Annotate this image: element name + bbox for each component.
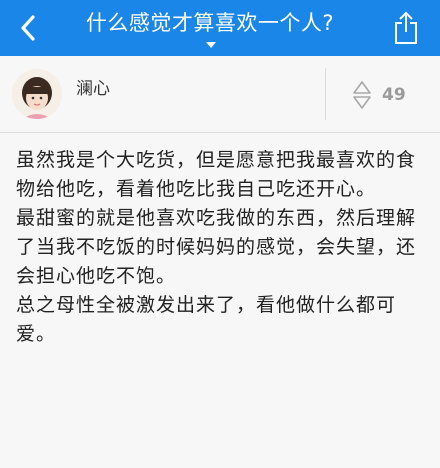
chevron-left-icon xyxy=(21,15,35,41)
caret-down-icon xyxy=(206,42,216,48)
divider xyxy=(0,132,440,133)
answer-body: 虽然我是个大吃货，但是愿意把我最喜欢的食物给他吃，看着他吃比我自己吃还开心。 最… xyxy=(16,146,426,349)
share-icon xyxy=(395,11,417,44)
share-button[interactable] xyxy=(388,6,424,50)
vote-arrows-icon xyxy=(353,81,371,109)
divider xyxy=(325,68,326,120)
avatar-image xyxy=(12,69,62,119)
back-button[interactable] xyxy=(6,8,50,48)
top-navigation-bar: 什么感觉才算喜欢一个人? xyxy=(0,0,440,56)
author-info-row: 澜心 49 xyxy=(0,56,440,132)
vote-count: 49 xyxy=(382,85,406,105)
answer-paragraph: 最甜蜜的就是他喜欢吃我做的东西，然后理解了当我不吃饭的时候妈妈的感觉，会失望，还… xyxy=(16,207,417,287)
vote-button[interactable]: 49 xyxy=(352,78,422,112)
author-name[interactable]: 澜心 xyxy=(76,74,110,99)
avatar[interactable] xyxy=(12,69,62,119)
answer-paragraph: 总之母性全被激发出来了，看他做什么都可爱。 xyxy=(16,294,397,345)
question-title: 什么感觉才算喜欢一个人? xyxy=(85,11,335,35)
answer-paragraph: 虽然我是个大吃货，但是愿意把我最喜欢的食物给他吃，看着他吃比我自己吃还开心。 xyxy=(16,149,417,200)
question-title-dropdown[interactable]: 什么感觉才算喜欢一个人? xyxy=(60,0,360,56)
